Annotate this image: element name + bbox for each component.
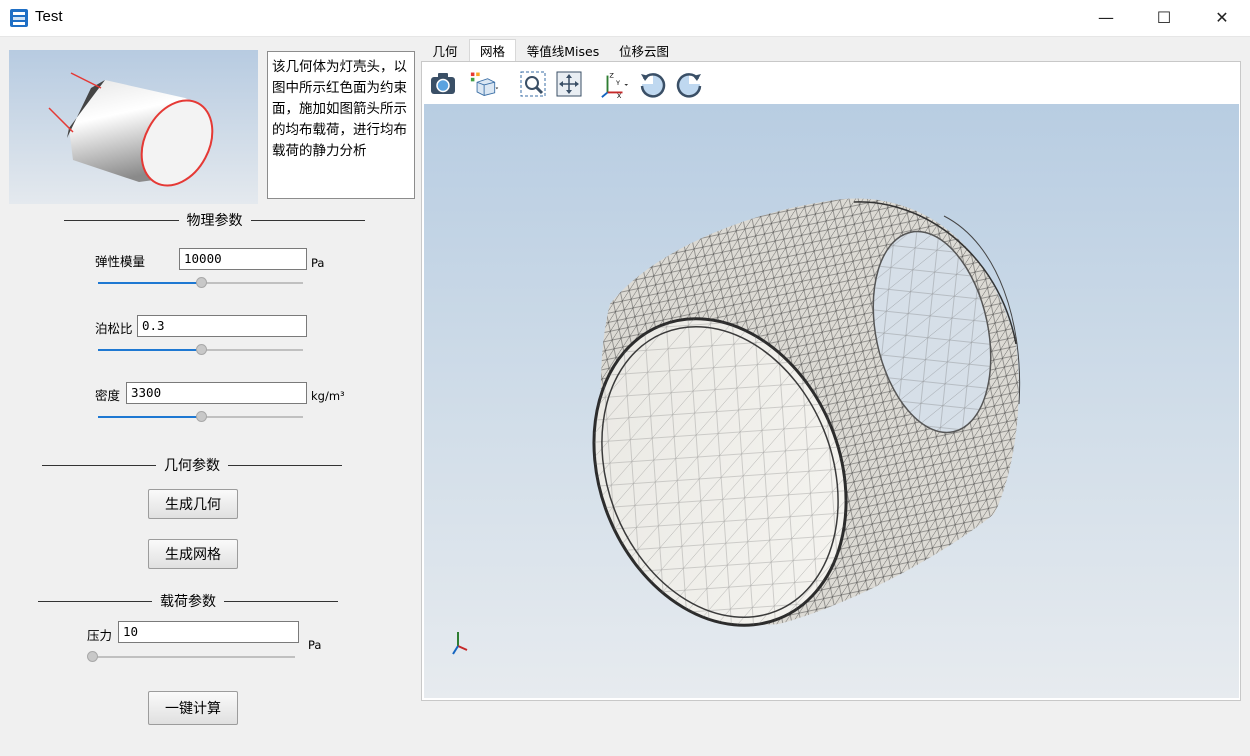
title-bar: Test — ☐ ✕ — [0, 0, 1250, 37]
zoom-box-icon[interactable] — [518, 69, 548, 99]
rotate-ccw-icon[interactable] — [674, 69, 704, 99]
load-section-title: 载荷参数 — [160, 594, 216, 610]
geometry-preview-image — [9, 50, 258, 204]
axis-triad-icon — [452, 632, 468, 655]
svg-text:Z: Z — [609, 71, 614, 79]
close-button[interactable]: ✕ — [1193, 0, 1250, 34]
window-title: Test — [35, 8, 63, 25]
pressure-slider[interactable] — [87, 650, 295, 664]
svg-text:Y: Y — [615, 79, 621, 87]
tab-geometry[interactable]: 几何 — [424, 39, 466, 61]
physics-section-header: 物理参数 — [64, 210, 365, 230]
physics-section-title: 物理参数 — [186, 213, 243, 229]
poisson-slider[interactable] — [98, 343, 303, 357]
density-input[interactable]: 3300 — [126, 382, 307, 404]
modulus-slider[interactable] — [98, 276, 303, 290]
minimize-button[interactable]: — — [1077, 0, 1135, 34]
geometry-section-header: 几何参数 — [42, 455, 342, 475]
load-section-header: 载荷参数 — [38, 591, 338, 611]
app-icon — [10, 9, 28, 27]
poisson-label: 泊松比 — [95, 321, 133, 336]
modulus-unit: Pa — [311, 256, 325, 270]
pressure-input[interactable]: 10 — [118, 621, 299, 643]
pressure-unit: Pa — [308, 638, 322, 652]
tab-mesh[interactable]: 网格 — [469, 39, 516, 61]
axes-icon[interactable]: ZYX — [600, 69, 630, 99]
camera-icon[interactable] — [428, 69, 458, 99]
generate-mesh-button[interactable]: 生成网格 — [148, 539, 238, 569]
view-cube-icon[interactable] — [470, 69, 500, 99]
density-label: 密度 — [95, 388, 121, 403]
description-text: 该几何体为灯壳头，以图中所示红色面为约束面，施加如图箭头所示的均布载荷，进行均布… — [267, 51, 415, 199]
rotate-cw-icon[interactable] — [638, 69, 668, 99]
tab-mises-contour[interactable]: 等值线Mises — [522, 39, 604, 61]
density-unit: kg/m³ — [311, 389, 345, 403]
compute-button[interactable]: 一键计算 — [148, 691, 238, 725]
mesh-viewport[interactable] — [424, 104, 1239, 698]
modulus-label: 弹性模量 — [95, 254, 146, 269]
poisson-input[interactable]: 0.3 — [137, 315, 307, 337]
svg-text:X: X — [617, 92, 622, 99]
fit-all-icon[interactable] — [554, 69, 584, 99]
geometry-section-title: 几何参数 — [164, 458, 220, 474]
maximize-button[interactable]: ☐ — [1135, 0, 1193, 34]
generate-geometry-button[interactable]: 生成几何 — [148, 489, 238, 519]
mesh-model — [452, 198, 1021, 655]
pressure-label: 压力 — [87, 628, 113, 643]
density-slider[interactable] — [98, 410, 303, 424]
modulus-input[interactable]: 10000 — [179, 248, 307, 270]
tab-displacement-cloud[interactable]: 位移云图 — [612, 39, 676, 61]
